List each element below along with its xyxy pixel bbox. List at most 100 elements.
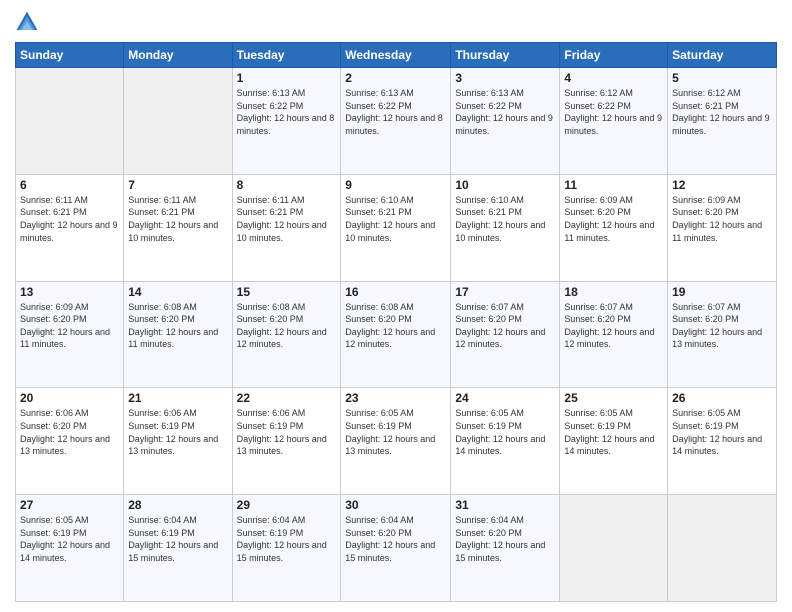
day-number: 22 [237, 391, 337, 405]
day-number: 24 [455, 391, 555, 405]
day-number: 7 [128, 178, 227, 192]
calendar-cell: 16Sunrise: 6:08 AM Sunset: 6:20 PM Dayli… [341, 281, 451, 388]
calendar-week-row: 27Sunrise: 6:05 AM Sunset: 6:19 PM Dayli… [16, 495, 777, 602]
day-number: 8 [237, 178, 337, 192]
calendar-week-row: 6 Sunrise: 6:11 AM Sunset: 6:21 PM Daylig… [16, 174, 777, 281]
day-info: Sunrise: 6:04 AM Sunset: 6:20 PM Dayligh… [345, 514, 446, 564]
day-info: Sunrise: 6:05 AM Sunset: 6:19 PM Dayligh… [345, 407, 446, 457]
day-number: 30 [345, 498, 446, 512]
day-number: 29 [237, 498, 337, 512]
day-number: 19 [672, 285, 772, 299]
calendar-cell: 19 Sunrise: 6:07 AM Sunset: 6:20 PM Dayli… [668, 281, 777, 388]
day-info: Sunrise: 6:11 AM Sunset: 6:21 PM Dayligh… [128, 194, 227, 244]
calendar-cell: 9Sunrise: 6:10 AM Sunset: 6:21 PM Daylig… [341, 174, 451, 281]
calendar-cell: 27Sunrise: 6:05 AM Sunset: 6:19 PM Dayli… [16, 495, 124, 602]
calendar-cell: 31Sunrise: 6:04 AM Sunset: 6:20 PM Dayli… [451, 495, 560, 602]
day-number: 2 [345, 71, 446, 85]
day-info: Sunrise: 6:04 AM Sunset: 6:19 PM Dayligh… [237, 514, 337, 564]
day-info: Sunrise: 6:11 AM Sunset: 6:21 PM Dayligh… [237, 194, 337, 244]
calendar-cell: 17 Sunrise: 6:07 AM Sunset: 6:20 PM Dayli… [451, 281, 560, 388]
day-number: 28 [128, 498, 227, 512]
weekday-header-row: SundayMondayTuesdayWednesdayThursdayFrid… [16, 43, 777, 68]
day-number: 15 [237, 285, 337, 299]
day-number: 3 [455, 71, 555, 85]
day-info: Sunrise: 6:11 AM Sunset: 6:21 PM Dayligh… [20, 194, 119, 244]
calendar-cell: 2 Sunrise: 6:13 AM Sunset: 6:22 PM Daylig… [341, 68, 451, 175]
day-info: Sunrise: 6:08 AM Sunset: 6:20 PM Dayligh… [128, 301, 227, 351]
day-number: 12 [672, 178, 772, 192]
calendar-cell: 29 Sunrise: 6:04 AM Sunset: 6:19 PM Dayli… [232, 495, 341, 602]
calendar-cell: 28 Sunrise: 6:04 AM Sunset: 6:19 PM Dayli… [124, 495, 232, 602]
day-info: Sunrise: 6:07 AM Sunset: 6:20 PM Dayligh… [455, 301, 555, 351]
page: SundayMondayTuesdayWednesdayThursdayFrid… [0, 0, 792, 612]
day-number: 18 [564, 285, 663, 299]
logo [15, 10, 43, 34]
calendar-cell: 11 Sunrise: 6:09 AM Sunset: 6:20 PM Dayli… [560, 174, 668, 281]
day-number: 17 [455, 285, 555, 299]
day-number: 9 [345, 178, 446, 192]
weekday-header-friday: Friday [560, 43, 668, 68]
calendar-cell: 8 Sunrise: 6:11 AM Sunset: 6:21 PM Daylig… [232, 174, 341, 281]
day-info: Sunrise: 6:07 AM Sunset: 6:20 PM Dayligh… [564, 301, 663, 351]
day-number: 27 [20, 498, 119, 512]
calendar-cell: 13Sunrise: 6:09 AM Sunset: 6:20 PM Dayli… [16, 281, 124, 388]
header [15, 10, 777, 34]
calendar-cell: 18 Sunrise: 6:07 AM Sunset: 6:20 PM Dayli… [560, 281, 668, 388]
day-number: 11 [564, 178, 663, 192]
day-info: Sunrise: 6:09 AM Sunset: 6:20 PM Dayligh… [20, 301, 119, 351]
day-info: Sunrise: 6:07 AM Sunset: 6:20 PM Dayligh… [672, 301, 772, 351]
calendar-cell: 25Sunrise: 6:05 AM Sunset: 6:19 PM Dayli… [560, 388, 668, 495]
weekday-header-monday: Monday [124, 43, 232, 68]
day-info: Sunrise: 6:09 AM Sunset: 6:20 PM Dayligh… [564, 194, 663, 244]
day-info: Sunrise: 6:05 AM Sunset: 6:19 PM Dayligh… [672, 407, 772, 457]
day-info: Sunrise: 6:06 AM Sunset: 6:19 PM Dayligh… [128, 407, 227, 457]
calendar-cell [16, 68, 124, 175]
calendar-cell: 24 Sunrise: 6:05 AM Sunset: 6:19 PM Dayli… [451, 388, 560, 495]
calendar-table: SundayMondayTuesdayWednesdayThursdayFrid… [15, 42, 777, 602]
calendar-cell: 1Sunrise: 6:13 AM Sunset: 6:22 PM Daylig… [232, 68, 341, 175]
day-number: 5 [672, 71, 772, 85]
day-number: 14 [128, 285, 227, 299]
day-info: Sunrise: 6:06 AM Sunset: 6:19 PM Dayligh… [237, 407, 337, 457]
weekday-header-thursday: Thursday [451, 43, 560, 68]
day-info: Sunrise: 6:05 AM Sunset: 6:19 PM Dayligh… [564, 407, 663, 457]
day-number: 21 [128, 391, 227, 405]
weekday-header-wednesday: Wednesday [341, 43, 451, 68]
calendar-cell: 26 Sunrise: 6:05 AM Sunset: 6:19 PM Dayli… [668, 388, 777, 495]
day-number: 1 [237, 71, 337, 85]
day-info: Sunrise: 6:05 AM Sunset: 6:19 PM Dayligh… [455, 407, 555, 457]
calendar-cell: 21 Sunrise: 6:06 AM Sunset: 6:19 PM Dayli… [124, 388, 232, 495]
day-info: Sunrise: 6:12 AM Sunset: 6:21 PM Dayligh… [672, 87, 772, 137]
calendar-week-row: 1 Sunrise: 6:13 AM Sunset: 6:22 PM Daylig… [16, 68, 777, 175]
calendar-week-row: 20 Sunrise: 6:06 AM Sunset: 6:20 PM Dayli… [16, 388, 777, 495]
calendar-cell: 7 Sunrise: 6:11 AM Sunset: 6:21 PM Daylig… [124, 174, 232, 281]
day-number: 20 [20, 391, 119, 405]
calendar-week-row: 13Sunrise: 6:09 AM Sunset: 6:20 PM Dayli… [16, 281, 777, 388]
calendar-cell [668, 495, 777, 602]
calendar-cell: 22 Sunrise: 6:06 AM Sunset: 6:19 PM Dayli… [232, 388, 341, 495]
day-number: 26 [672, 391, 772, 405]
day-info: Sunrise: 6:06 AM Sunset: 6:20 PM Dayligh… [20, 407, 119, 457]
calendar-cell: 23 Sunrise: 6:05 AM Sunset: 6:19 PM Dayli… [341, 388, 451, 495]
weekday-header-tuesday: Tuesday [232, 43, 341, 68]
calendar-cell: 4 Sunrise: 6:12 AM Sunset: 6:22 PM Daylig… [560, 68, 668, 175]
day-number: 6 [20, 178, 119, 192]
calendar-cell: 30 Sunrise: 6:04 AM Sunset: 6:20 PM Dayli… [341, 495, 451, 602]
calendar-cell: 20 Sunrise: 6:06 AM Sunset: 6:20 PM Dayli… [16, 388, 124, 495]
calendar-cell: 14 Sunrise: 6:08 AM Sunset: 6:20 PM Dayli… [124, 281, 232, 388]
logo-icon [15, 10, 39, 34]
day-info: Sunrise: 6:09 AM Sunset: 6:20 PM Dayligh… [672, 194, 772, 244]
day-number: 4 [564, 71, 663, 85]
calendar-cell [560, 495, 668, 602]
day-info: Sunrise: 6:04 AM Sunset: 6:20 PM Dayligh… [455, 514, 555, 564]
calendar-cell: 10Sunrise: 6:10 AM Sunset: 6:21 PM Dayli… [451, 174, 560, 281]
calendar-cell: 15Sunrise: 6:08 AM Sunset: 6:20 PM Dayli… [232, 281, 341, 388]
day-info: Sunrise: 6:12 AM Sunset: 6:22 PM Dayligh… [564, 87, 663, 137]
day-info: Sunrise: 6:04 AM Sunset: 6:19 PM Dayligh… [128, 514, 227, 564]
calendar-cell: 3 Sunrise: 6:13 AM Sunset: 6:22 PM Daylig… [451, 68, 560, 175]
day-info: Sunrise: 6:13 AM Sunset: 6:22 PM Dayligh… [455, 87, 555, 137]
calendar-cell: 5 Sunrise: 6:12 AM Sunset: 6:21 PM Daylig… [668, 68, 777, 175]
day-number: 23 [345, 391, 446, 405]
day-info: Sunrise: 6:13 AM Sunset: 6:22 PM Dayligh… [345, 87, 446, 137]
day-number: 10 [455, 178, 555, 192]
